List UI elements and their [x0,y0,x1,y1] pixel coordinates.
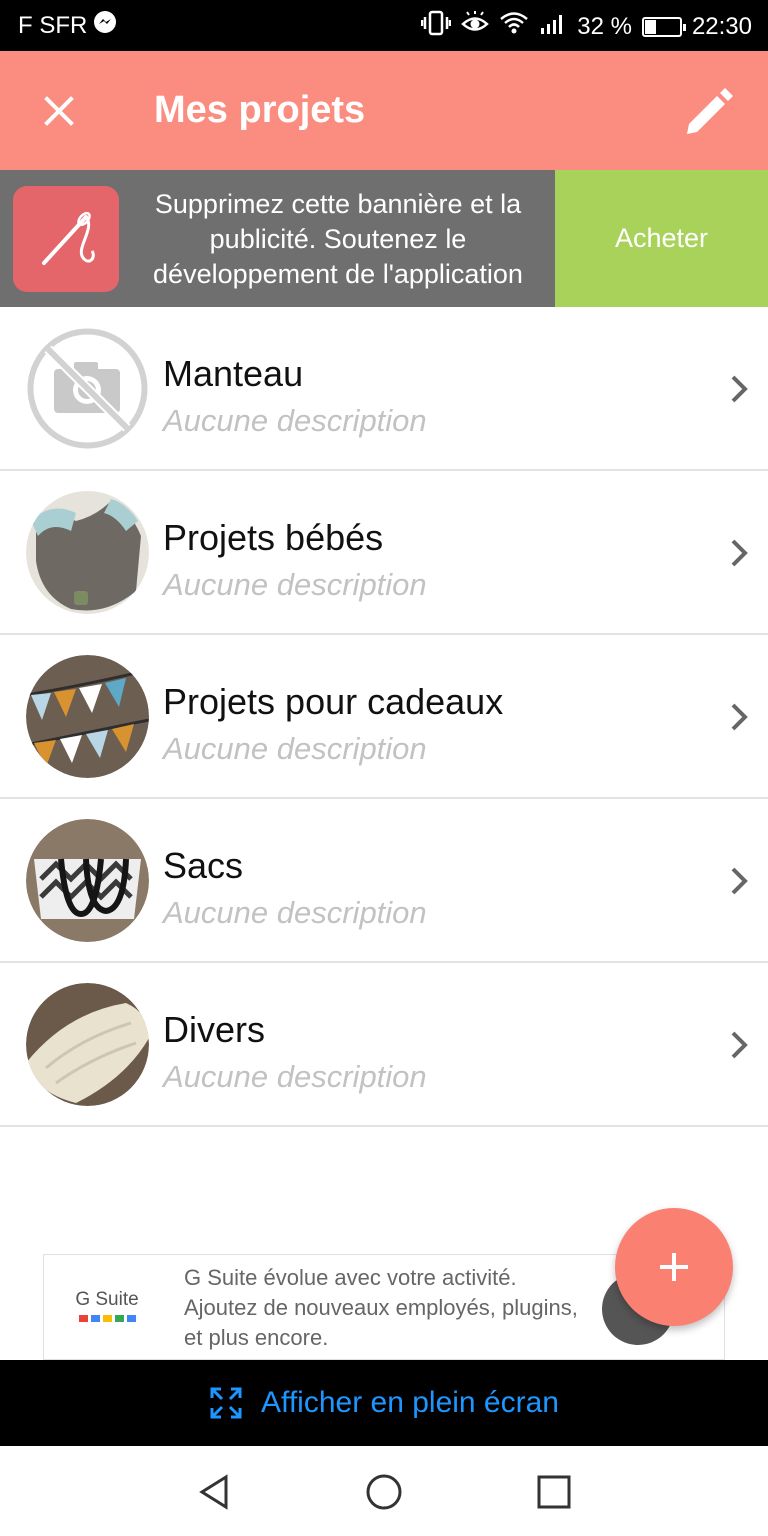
promo-banner: Supprimez cette bannière et la publicité… [0,170,768,307]
carrier-label: F SFR [18,11,88,39]
edit-button[interactable] [680,81,740,141]
close-button[interactable] [34,86,84,136]
app-bar: Mes projets [0,51,768,170]
recents-icon [537,1475,571,1509]
close-icon [44,96,74,126]
project-row-divers[interactable]: Divers Aucune description [0,963,768,1127]
project-row-sacs[interactable]: Sacs Aucune description [0,799,768,963]
expand-icon [210,1387,242,1419]
fullscreen-label: Afficher en plein écran [261,1386,559,1419]
project-description: Aucune description [163,567,427,602]
project-thumbnail [26,491,149,614]
project-thumbnail [26,819,149,942]
project-name: Projets bébés [163,517,384,558]
promo-text: Supprimez cette bannière et la publicité… [153,189,523,289]
project-description: Aucune description [163,895,427,930]
project-name: Manteau [163,353,304,394]
project-name: Sacs [163,845,244,886]
no-photo-icon [27,328,148,449]
project-thumbnail [26,655,149,778]
battery-percent: 32 % [577,12,632,40]
recents-button[interactable] [530,1468,578,1516]
project-description: Aucune description [163,403,427,438]
back-button[interactable] [190,1468,238,1516]
project-row-projets-bebes[interactable]: Projets bébés Aucune description [0,471,768,635]
gsuite-logo-text: G Suite [75,1289,139,1310]
pencil-icon [687,88,733,134]
wifi-icon [499,11,529,42]
project-description: Aucune description [163,731,427,766]
gsuite-app-icons [72,1315,142,1322]
chevron-right-icon [731,867,748,895]
page-title: Mes projets [154,89,366,131]
chevron-right-icon [731,539,748,567]
project-name: Divers [163,1009,266,1050]
home-icon [366,1474,402,1510]
navigation-bar [0,1446,768,1536]
status-left: F SFR [18,10,117,41]
gsuite-logo: G Suite [72,1289,142,1322]
clock: 22:30 [691,12,752,40]
app-logo [13,186,119,292]
cushion-photo [26,983,149,1106]
fullscreen-button[interactable]: Afficher en plein écran [0,1360,768,1446]
ad-text: G Suite évolue avec votre activité. Ajou… [184,1265,578,1350]
chevron-right-icon [731,375,748,403]
buy-button[interactable]: Acheter [555,170,768,307]
bunting-photo [26,655,149,778]
messenger-icon [93,10,117,41]
project-thumbnail [26,983,149,1106]
project-row-projets-pour-cadeaux[interactable]: Projets pour cadeaux Aucune description [0,635,768,799]
bib-photo [26,491,149,614]
project-thumbnail [26,327,149,450]
chevron-right-icon [731,1031,748,1059]
vibrate-icon [420,10,452,43]
chevron-right-icon [731,703,748,731]
home-button[interactable] [360,1468,408,1516]
back-icon [199,1474,228,1510]
signal-icon [539,11,567,42]
status-right: 32 % 22:30 [420,10,752,43]
battery-level [644,19,656,34]
project-name: Projets pour cadeaux [163,681,504,722]
needle-thread-icon [42,211,95,265]
project-list: Manteau Aucune description Projets bébés… [0,307,768,1127]
battery-icon [641,16,686,37]
plus-icon [660,1253,688,1281]
status-bar: F SFR 32 % 22:30 [0,0,768,51]
add-project-button[interactable] [615,1208,733,1326]
project-row-manteau[interactable]: Manteau Aucune description [0,307,768,471]
project-description: Aucune description [163,1059,427,1094]
eye-icon [461,11,490,42]
bag-photo [26,819,149,942]
